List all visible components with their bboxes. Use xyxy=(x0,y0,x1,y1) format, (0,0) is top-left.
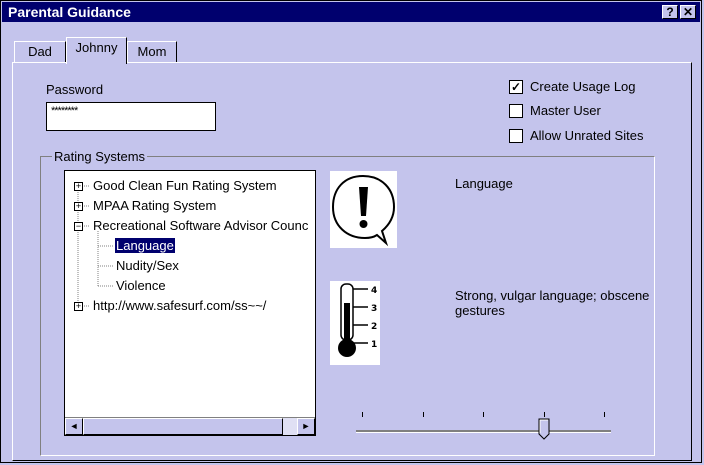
thermometer-icon: 4 3 2 1 xyxy=(330,281,380,365)
scale-mark-2: 2 xyxy=(371,322,377,332)
tree-item-language[interactable]: Language xyxy=(115,238,175,253)
tab-dad[interactable]: Dad xyxy=(14,41,66,63)
scroll-thumb[interactable] xyxy=(83,418,283,435)
scale-mark-1: 1 xyxy=(371,340,377,350)
window-title: Parental Guidance xyxy=(8,4,131,20)
collapse-icon[interactable]: − xyxy=(74,222,83,231)
slider-tick xyxy=(544,412,545,417)
slider-tick xyxy=(362,412,363,417)
expand-icon[interactable]: + xyxy=(74,202,83,211)
tree-item-nudity-sex[interactable]: Nudity/Sex xyxy=(116,258,179,273)
title-bar[interactable]: Parental Guidance ? ✕ xyxy=(2,2,700,22)
horizontal-scrollbar[interactable]: ◄ ► xyxy=(65,417,315,435)
help-icon: ? xyxy=(666,5,674,19)
allow-unrated-sites-checkbox[interactable] xyxy=(509,129,523,143)
help-button[interactable]: ? xyxy=(662,5,678,19)
tab-label: Johnny xyxy=(75,40,118,55)
level-description: Strong, vulgar language; obscene gesture… xyxy=(455,288,650,318)
create-usage-log-checkbox[interactable]: ✓ xyxy=(509,80,523,94)
tree-item-safesurf[interactable]: http://www.safesurf.com/ss~~/ xyxy=(93,298,266,313)
tree-item-good-clean-fun[interactable]: Good Clean Fun Rating System xyxy=(93,178,277,193)
tab-johnny[interactable]: Johnny xyxy=(66,37,127,64)
tree-item-rsac[interactable]: Recreational Software Advisor Counc xyxy=(93,218,308,233)
exclamation-speech-bubble-icon xyxy=(330,171,397,248)
master-user-label: Master User xyxy=(530,103,601,118)
category-name: Language xyxy=(455,176,513,191)
slider-track[interactable] xyxy=(356,430,611,433)
arrow-right-icon: ► xyxy=(301,421,311,431)
rating-systems-label: Rating Systems xyxy=(52,149,148,164)
scale-mark-3: 3 xyxy=(371,304,377,314)
tab-label: Dad xyxy=(28,44,52,59)
tab-mom[interactable]: Mom xyxy=(127,41,177,63)
arrow-left-icon: ◄ xyxy=(69,421,79,431)
master-user-checkbox[interactable] xyxy=(509,104,523,118)
slider-thumb[interactable] xyxy=(538,418,550,440)
allow-unrated-sites-label: Allow Unrated Sites xyxy=(530,128,644,143)
expand-icon[interactable]: + xyxy=(74,302,83,311)
close-icon: ✕ xyxy=(682,5,694,19)
scroll-right-button[interactable]: ► xyxy=(297,418,315,435)
close-button[interactable]: ✕ xyxy=(680,5,696,19)
slider-tick xyxy=(423,412,424,417)
tab-label: Mom xyxy=(137,44,167,59)
expand-icon[interactable]: + xyxy=(74,182,83,191)
password-label: Password xyxy=(46,82,104,97)
create-usage-log-label: Create Usage Log xyxy=(530,79,636,94)
rating-tree-view[interactable]: + Good Clean Fun Rating System + MPAA Ra… xyxy=(64,170,316,436)
tree-item-violence[interactable]: Violence xyxy=(116,278,166,293)
scale-mark-4: 4 xyxy=(371,286,377,296)
tree-item-mpaa[interactable]: MPAA Rating System xyxy=(93,198,216,213)
slider-tick xyxy=(604,412,605,417)
scroll-left-button[interactable]: ◄ xyxy=(65,418,83,435)
selected-item-label: Language xyxy=(115,238,175,253)
slider-tick xyxy=(483,412,484,417)
password-field[interactable]: ******** xyxy=(46,102,216,131)
